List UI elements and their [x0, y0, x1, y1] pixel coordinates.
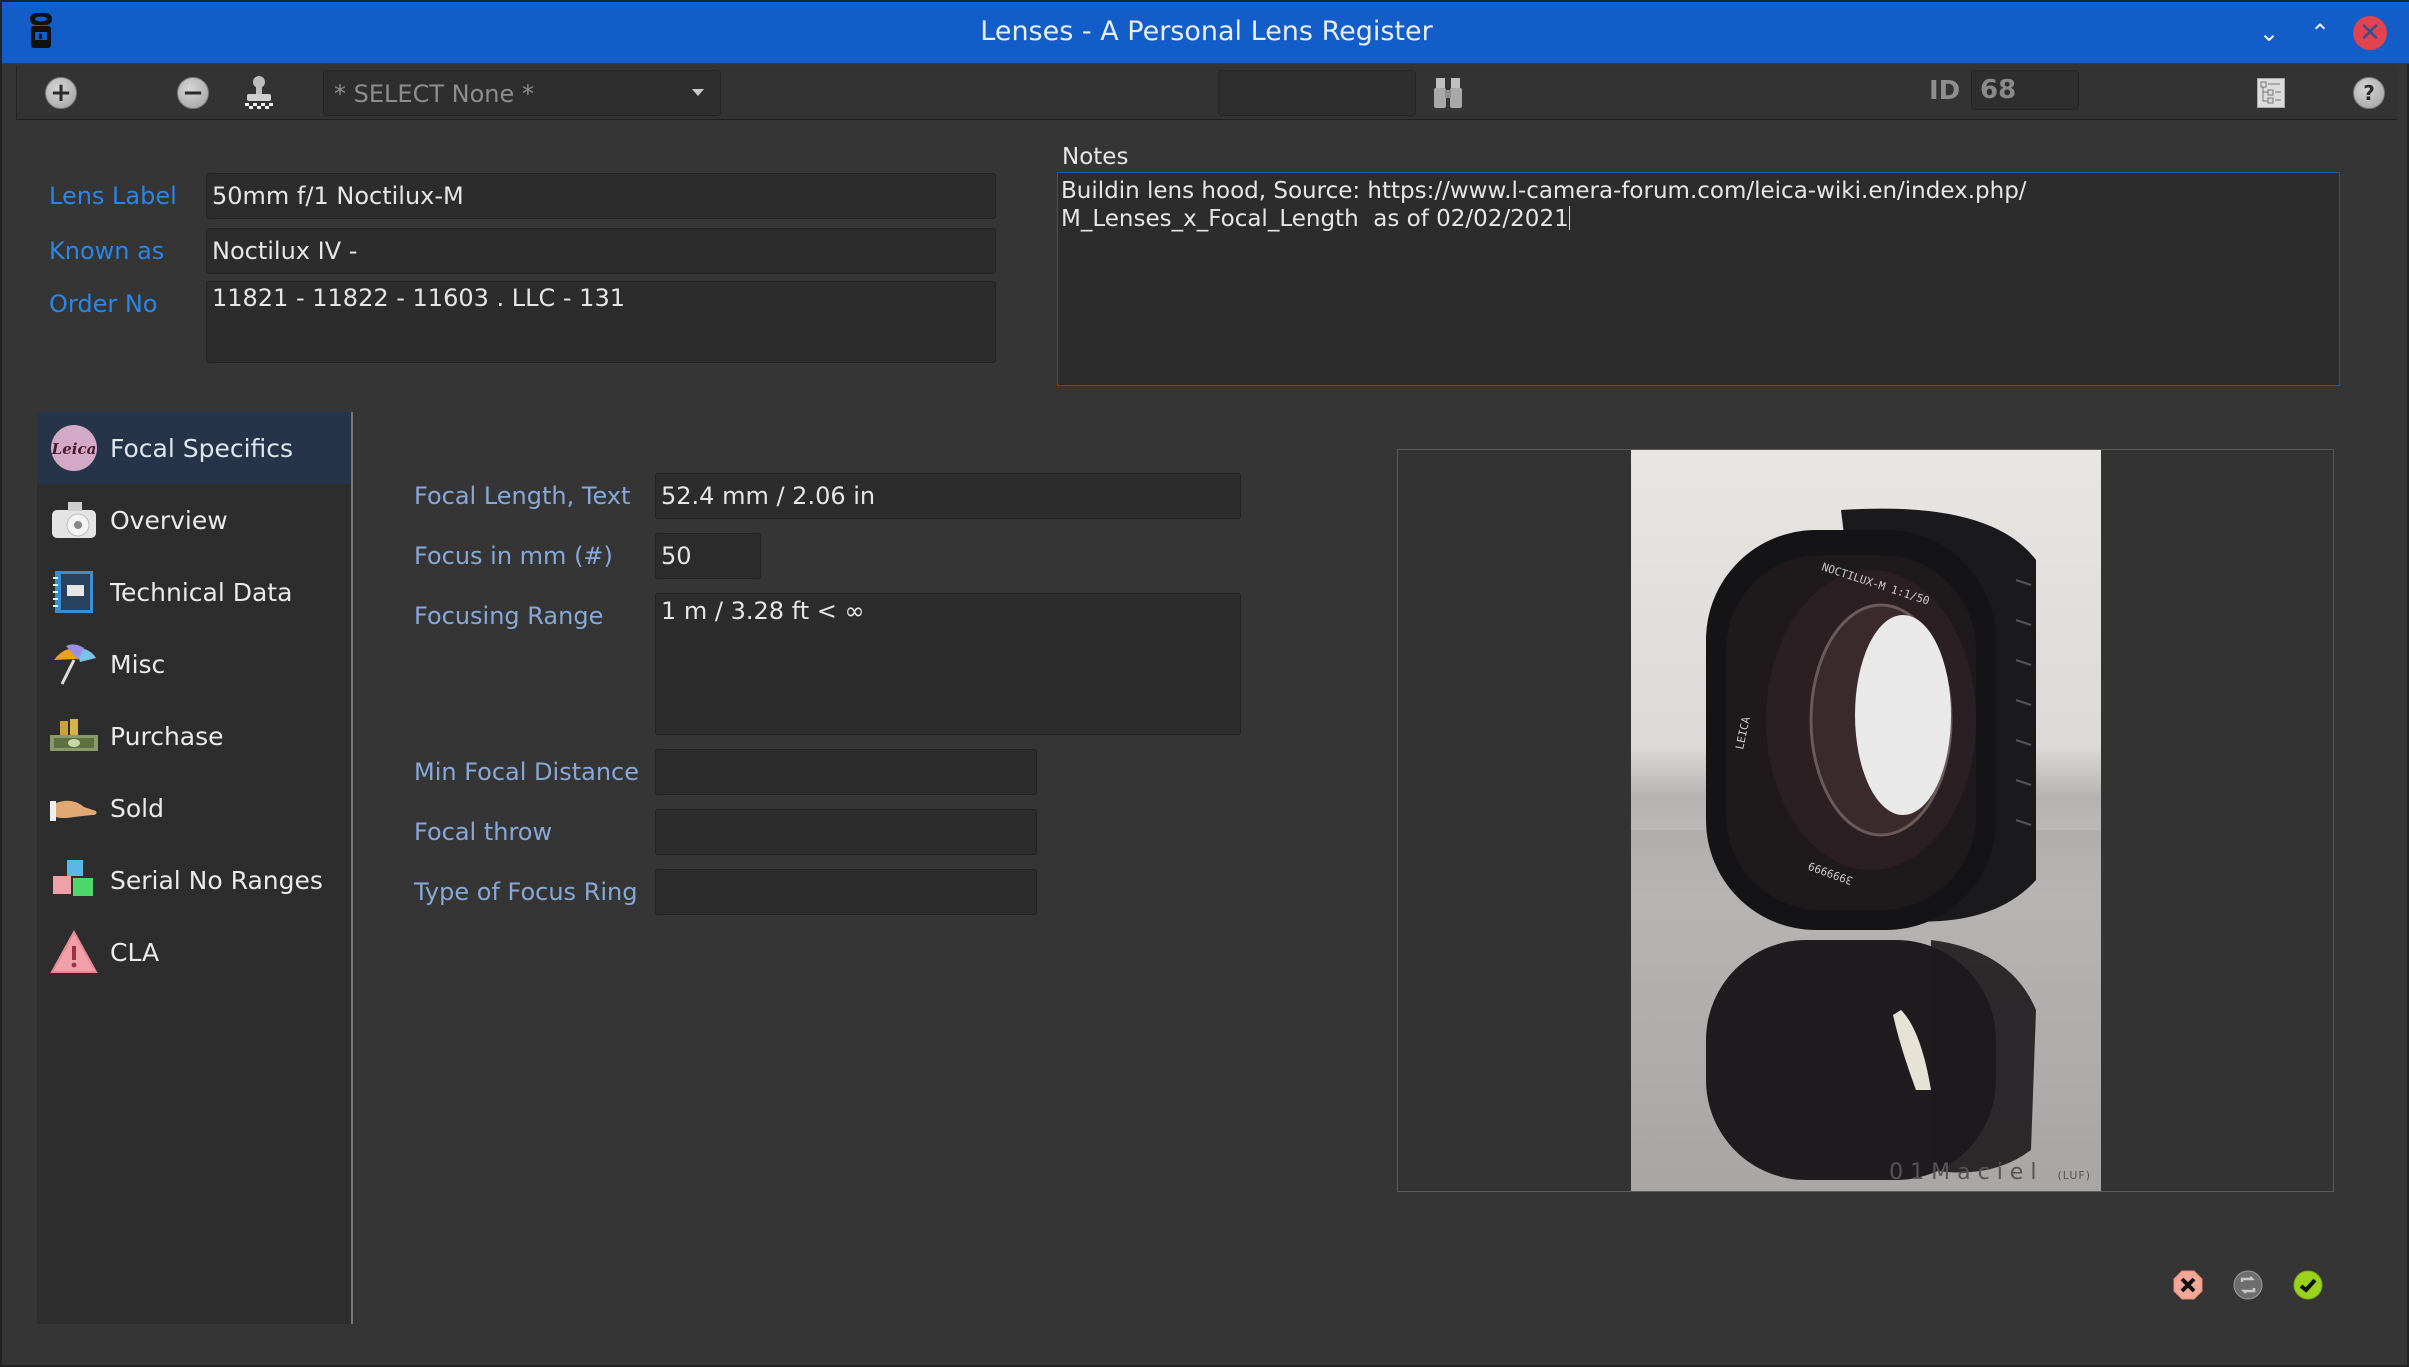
sidebar-item-label: Misc — [110, 649, 166, 679]
id-field: 68 — [1971, 70, 2079, 110]
sidebar-item-label: Purchase — [110, 721, 224, 751]
order-no-label: Order No — [49, 290, 158, 318]
notes-line-2: M_Lenses_x_Focal_Length as of 02/02/2021 — [1061, 205, 2336, 233]
photo-watermark: 01Maciel (LUF) — [1889, 1160, 2091, 1185]
sidebar-item-focal-specifics[interactable]: Leica Focal Specifics — [37, 412, 351, 484]
watermark-text: 01Maciel — [1889, 1160, 2044, 1185]
help-button[interactable]: ? — [2353, 77, 2385, 109]
binoculars-icon[interactable] — [1433, 76, 1463, 110]
min-focal-distance-label: Min Focal Distance — [414, 758, 639, 786]
plus-icon: + — [50, 78, 72, 108]
toolbar: + − * SELECT None * ID 68 ? — [16, 66, 2397, 120]
stamp-icon[interactable] — [243, 75, 275, 111]
record-select-dropdown[interactable]: * SELECT None * — [323, 70, 721, 116]
search-input[interactable] — [1218, 70, 1416, 116]
focus-ring-type-field[interactable] — [655, 869, 1037, 915]
text-caret — [1568, 206, 1570, 230]
cubes-icon — [49, 855, 99, 905]
leica-logo-icon: Leica — [49, 423, 99, 473]
notes-label: Notes — [1062, 144, 1129, 170]
cancel-icon — [2173, 1270, 2203, 1300]
refresh-icon — [2233, 1270, 2263, 1300]
svg-text:Leica: Leica — [51, 440, 97, 458]
sidebar-item-sold[interactable]: Sold — [37, 772, 351, 844]
minimize-button[interactable]: ⌄ — [2252, 16, 2286, 50]
sidebar-item-purchase[interactable]: Purchase — [37, 700, 351, 772]
tree-view-icon[interactable] — [2257, 78, 2285, 108]
sidebar-item-label: Serial No Ranges — [110, 865, 323, 895]
lens-photo: NOCTILUX-M 1:1/50 LEICA 3999999 01Maciel… — [1631, 450, 2101, 1191]
watermark-suffix: (LUF) — [2057, 1169, 2091, 1182]
sidebar-item-overview[interactable]: Overview — [37, 484, 351, 556]
hand-icon — [49, 783, 99, 833]
sidebar-item-label: Sold — [110, 793, 164, 823]
app-window: Lenses - A Personal Lens Register ⌄ ⌃ ✕ … — [0, 0, 2409, 1367]
lens-illustration: NOCTILUX-M 1:1/50 LEICA 3999999 — [1631, 508, 2101, 1191]
title-bar: Lenses - A Personal Lens Register ⌄ ⌃ ✕ — [2, 2, 2409, 64]
notes-textarea[interactable]: Buildin lens hood, Source: https://www.l… — [1057, 172, 2340, 386]
money-icon — [49, 711, 99, 761]
sidebar-item-label: Technical Data — [110, 577, 293, 607]
sidebar: Leica Focal Specifics Overview Technical… — [37, 412, 353, 1324]
refresh-button[interactable] — [2233, 1270, 2263, 1300]
confirm-icon — [2293, 1270, 2323, 1300]
focal-length-text-label: Focal Length, Text — [414, 482, 631, 510]
id-label: ID — [1929, 76, 1961, 106]
lens-label-label: Lens Label — [49, 182, 177, 210]
camera-icon — [49, 495, 99, 545]
known-as-label: Known as — [49, 237, 165, 265]
focus-mm-field[interactable]: 50 — [655, 533, 761, 579]
lens-image-panel[interactable]: NOCTILUX-M 1:1/50 LEICA 3999999 01Maciel… — [1397, 449, 2334, 1192]
focal-throw-label: Focal throw — [414, 818, 553, 846]
notes-line-2-text: M_Lenses_x_Focal_Length as of 02/02/2021 — [1061, 206, 1569, 232]
warning-icon — [49, 927, 99, 977]
umbrella-icon — [49, 639, 99, 689]
focusing-range-field[interactable]: 1 m / 3.28 ft < ∞ — [655, 593, 1241, 735]
focusing-range-label: Focusing Range — [414, 602, 604, 630]
sidebar-item-label: CLA — [110, 937, 160, 967]
add-record-button[interactable]: + — [45, 77, 77, 109]
question-icon: ? — [2363, 81, 2375, 105]
select-value: * SELECT None * — [334, 80, 534, 108]
dropdown-arrow-icon — [692, 89, 704, 96]
sidebar-item-technical-data[interactable]: Technical Data — [37, 556, 351, 628]
sidebar-item-label: Overview — [110, 505, 228, 535]
lens-label-field[interactable]: 50mm f/1 Noctilux-M — [206, 173, 996, 219]
order-no-field[interactable]: 11821 - 11822 - 11603 . LLC - 131 — [206, 281, 996, 363]
confirm-button[interactable] — [2293, 1270, 2323, 1300]
close-window-button[interactable]: ✕ — [2353, 16, 2387, 50]
min-focal-distance-field[interactable] — [655, 749, 1037, 795]
maximize-button[interactable]: ⌃ — [2303, 16, 2337, 50]
known-as-field[interactable]: Noctilux IV - — [206, 228, 996, 274]
focal-throw-field[interactable] — [655, 809, 1037, 855]
notes-line-1: Buildin lens hood, Source: https://www.l… — [1061, 178, 2027, 204]
cancel-button[interactable] — [2173, 1270, 2203, 1300]
minus-icon: − — [182, 78, 204, 108]
focus-ring-type-label: Type of Focus Ring — [414, 878, 638, 906]
sidebar-item-misc[interactable]: Misc — [37, 628, 351, 700]
sidebar-item-cla[interactable]: CLA — [37, 916, 351, 988]
delete-record-button[interactable]: − — [177, 77, 209, 109]
notebook-icon — [49, 567, 99, 617]
focal-length-text-field[interactable]: 52.4 mm / 2.06 in — [655, 473, 1241, 519]
window-title: Lenses - A Personal Lens Register — [980, 16, 1433, 47]
sidebar-item-label: Focal Specifics — [110, 433, 294, 463]
focus-mm-label: Focus in mm (#) — [414, 542, 613, 570]
sidebar-item-serial-no-ranges[interactable]: Serial No Ranges — [37, 844, 351, 916]
